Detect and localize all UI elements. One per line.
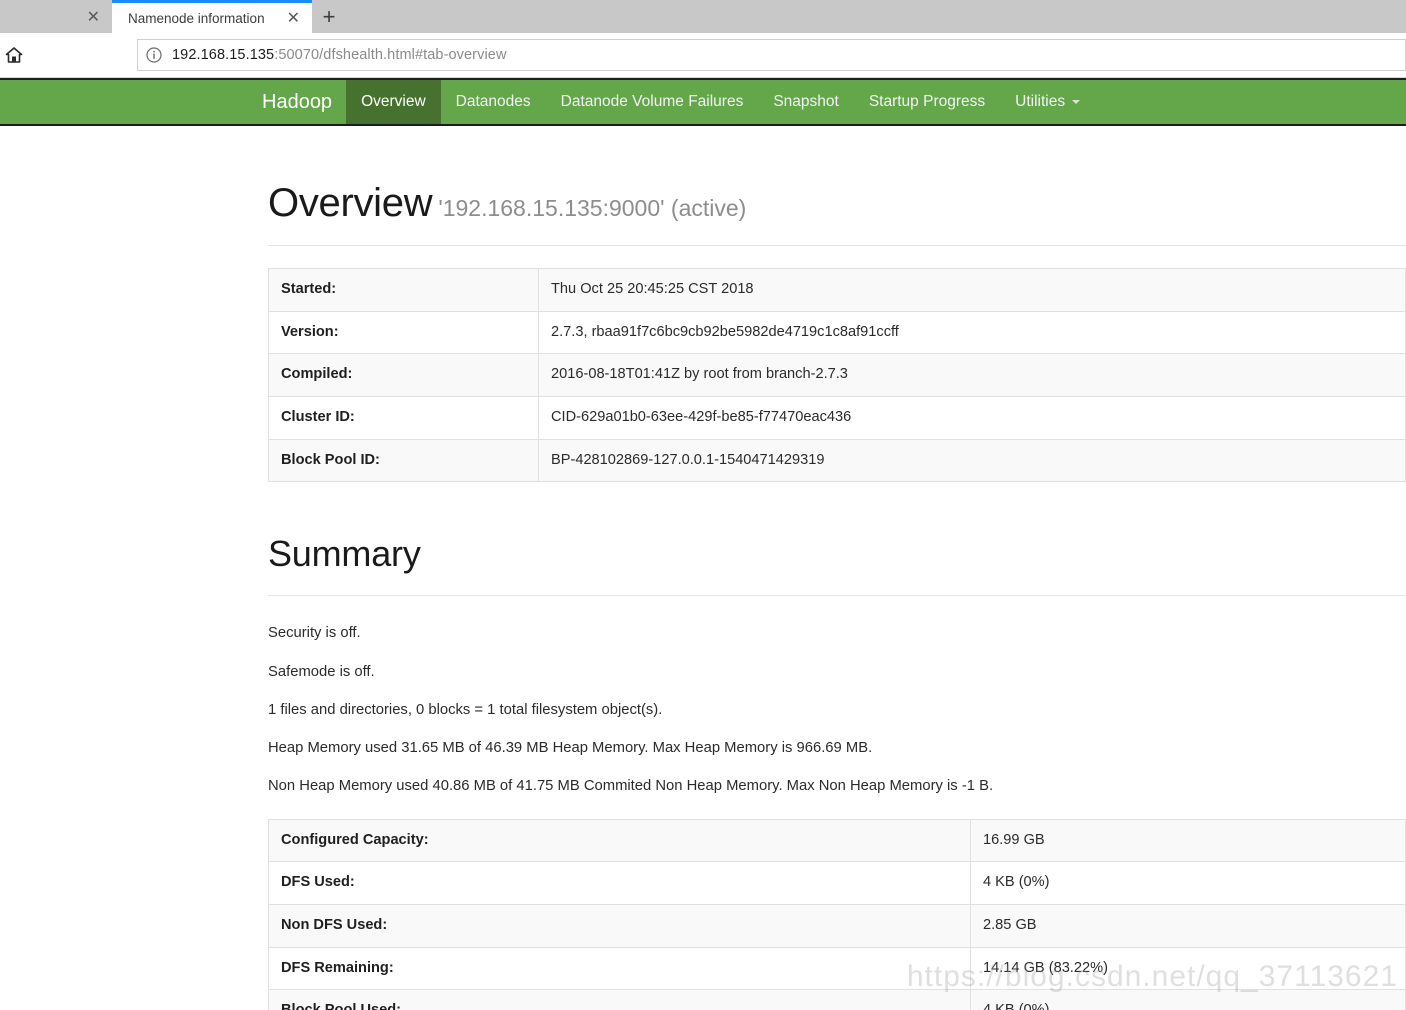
browser-tab-active[interactable]: Namenode information ✕: [112, 0, 312, 33]
nav-item-utilities[interactable]: Utilities: [1000, 80, 1095, 124]
table-cell-value: 4 KB (0%): [970, 989, 1406, 1010]
table-cell-value: 2016-08-18T01:41Z by root from branch-2.…: [538, 353, 1406, 398]
chevron-down-icon: [1072, 100, 1081, 104]
table-cell-key: Started:: [268, 268, 539, 312]
info-circle-icon[interactable]: [146, 47, 162, 63]
nav-item-snapshot[interactable]: Snapshot: [758, 80, 854, 124]
page-content: Overview '192.168.15.135:9000' (active) S…: [0, 181, 1406, 1010]
nav-item-label: Startup Progress: [868, 93, 986, 110]
nav-item-startup-progress[interactable]: Startup Progress: [854, 80, 1000, 124]
table-row: Version: 2.7.3, rbaa91f7c6bc9cb92be5982de…: [268, 310, 1406, 355]
summary-divider: [268, 595, 1406, 597]
close-icon[interactable]: ✕: [285, 10, 302, 26]
nav-item-label: Datanode Volume Failures: [560, 93, 744, 110]
table-cell-value: BP-428102869-127.0.0.1-1540471429319: [538, 438, 1406, 483]
summary-title: Summary: [268, 533, 421, 575]
table-cell-key: Compiled:: [268, 353, 539, 398]
table-cell-value: 4 KB (0%): [970, 861, 1406, 905]
table-row: DFS Used: 4 KB (0%): [268, 861, 1406, 905]
table-cell-key: Non DFS Used:: [268, 903, 971, 948]
browser-tab-strip: ✕ Namenode information ✕ +: [0, 0, 1406, 33]
summary-line: Security is off.: [268, 625, 361, 642]
table-cell-key: Version:: [268, 310, 539, 355]
page-title-sub: '192.168.15.135:9000' (active): [438, 195, 747, 221]
browser-tab-inactive[interactable]: ✕: [0, 0, 112, 33]
table-cell-key: Configured Capacity:: [268, 818, 971, 863]
overview-table: Started: Thu Oct 25 20:45:25 CST 2018 Vers…: [268, 268, 1406, 483]
table-row: Non DFS Used: 2.85 GB: [268, 903, 1406, 948]
home-icon[interactable]: [0, 41, 28, 69]
table-cell-value: 2.85 GB: [970, 903, 1406, 948]
table-cell-key: Cluster ID:: [268, 396, 539, 440]
url-path: :50070/dfshealth.html#tab-overview: [274, 47, 507, 63]
summary-line: 1 files and directories, 0 blocks = 1 to…: [268, 701, 663, 718]
table-cell-key: Block Pool ID:: [268, 438, 539, 483]
table-row: Configured Capacity: 16.99 GB: [268, 818, 1406, 863]
table-row: Block Pool ID: BP-428102869-127.0.0.1-154…: [268, 438, 1406, 483]
summary-line: Heap Memory used 31.65 MB of 46.39 MB He…: [268, 740, 873, 757]
new-tab-button[interactable]: +: [312, 0, 346, 33]
summary-line: Safemode is off.: [268, 663, 375, 680]
nav-item-datanodes[interactable]: Datanodes: [441, 80, 546, 124]
table-cell-value: 2.7.3, rbaa91f7c6bc9cb92be5982de4719c1c8…: [538, 310, 1406, 355]
heading-divider: [268, 245, 1406, 246]
table-row: Compiled: 2016-08-18T01:41Z by root from …: [268, 353, 1406, 398]
page-title-main: Overview: [268, 181, 433, 225]
table-row: Block Pool Used:4 KB (0%): [268, 989, 1406, 1010]
summary-table: Configured Capacity: 16.99 GB DFS Used: 4 K…: [268, 818, 1406, 1010]
url-host: 192.168.15.135: [172, 47, 275, 63]
table-cell-value: CID-629a01b0-63ee-429f-be85-f77470eac436: [538, 396, 1406, 440]
address-bar-url: 192.168.15.135:50070/dfshealth.html#tab-…: [172, 47, 507, 63]
address-bar[interactable]: 192.168.15.135:50070/dfshealth.html#tab-…: [137, 39, 1406, 71]
nav-item-datanode-volume-failures[interactable]: Datanode Volume Failures: [546, 80, 759, 124]
nav-item-label: Overview: [361, 93, 426, 110]
brand-hadoop[interactable]: Hadoop: [254, 80, 346, 124]
table-cell-key: DFS Remaining:: [268, 946, 971, 991]
table-row: Started: Thu Oct 25 20:45:25 CST 2018: [268, 268, 1406, 312]
table-cell-value: 16.99 GB: [970, 818, 1406, 863]
nav-item-overview[interactable]: Overview: [346, 80, 441, 124]
browser-tab-title: Namenode information: [128, 10, 265, 26]
table-cell-key: DFS Used:: [268, 861, 971, 905]
nav-item-label: Utilities: [1015, 93, 1066, 110]
table-row: DFS Remaining: 14.14 GB (83.22%): [268, 946, 1406, 991]
table-cell-key: Block Pool Used:: [268, 989, 971, 1010]
browser-toolbar: 192.168.15.135:50070/dfshealth.html#tab-…: [0, 33, 1406, 78]
nav-item-label: Snapshot: [773, 93, 839, 110]
nav-item-label: Datanodes: [455, 93, 531, 110]
close-icon[interactable]: ✕: [85, 8, 102, 25]
page-title: Overview '192.168.15.135:9000' (active): [268, 181, 1406, 225]
hadoop-navbar: Hadoop Overview Datanodes Datanode Volum…: [0, 78, 1406, 126]
table-cell-value: 14.14 GB (83.22%): [970, 946, 1406, 991]
browser-window: ✕ Namenode information ✕ + 192.168.15.13…: [0, 0, 1406, 1010]
table-cell-value: Thu Oct 25 20:45:25 CST 2018: [538, 268, 1406, 312]
summary-line: Non Heap Memory used 40.86 MB of 41.75 M…: [268, 778, 994, 795]
table-row: Cluster ID: CID-629a01b0-63ee-429f-be85-f…: [268, 396, 1406, 440]
summary-text-block: Security is off. Safemode is off. 1 files …: [268, 624, 1406, 796]
